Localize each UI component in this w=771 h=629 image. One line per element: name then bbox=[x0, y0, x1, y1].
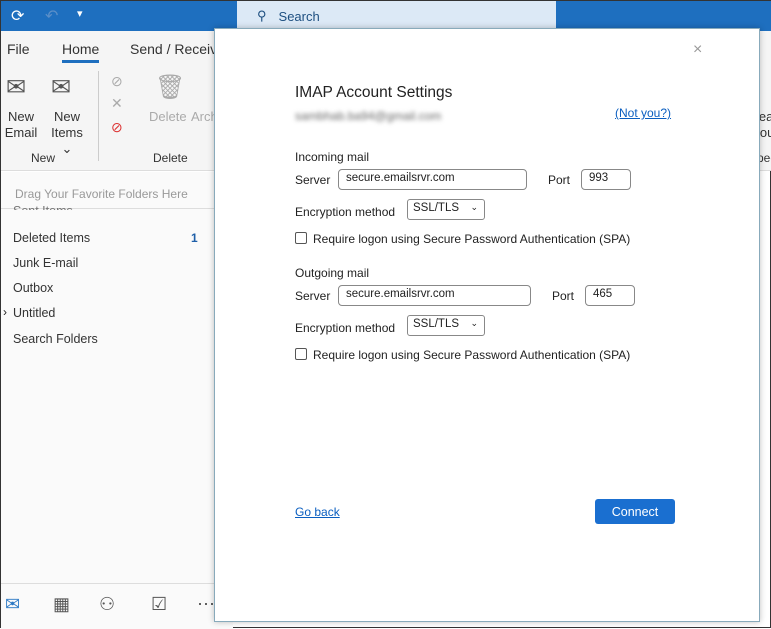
group-label-speech: Speech bbox=[759, 151, 771, 165]
server-label: Server bbox=[295, 289, 331, 303]
incoming-heading: Incoming mail bbox=[295, 150, 370, 164]
server-label: Server bbox=[295, 173, 331, 187]
group-label-new: New bbox=[31, 151, 56, 165]
encryption-label: Encryption method bbox=[295, 321, 396, 335]
incoming-port-input[interactable]: 993 bbox=[581, 169, 631, 190]
folder-deleted-items[interactable]: Deleted Items bbox=[13, 231, 90, 245]
close-icon[interactable]: × bbox=[693, 41, 702, 59]
new-items-button[interactable]: ✉ New Items ⌄ bbox=[45, 73, 89, 156]
more-icon[interactable]: ⋯ bbox=[197, 594, 215, 615]
folder-outbox[interactable]: Outbox bbox=[13, 281, 53, 295]
outgoing-encryption-select[interactable]: SSL/TLS ⌄ bbox=[407, 315, 485, 336]
search-icon: ⚲ bbox=[257, 8, 267, 23]
search-box[interactable]: ⚲ Search bbox=[237, 1, 556, 31]
incoming-encryption-select[interactable]: SSL/TLS ⌄ bbox=[407, 199, 485, 220]
encryption-label: Encryption method bbox=[295, 205, 396, 219]
undo-icon[interactable]: ↶ bbox=[45, 6, 58, 26]
outgoing-port-input[interactable]: 465 bbox=[585, 285, 635, 306]
tab-file[interactable]: File bbox=[7, 41, 30, 57]
label: New bbox=[53, 109, 80, 124]
incoming-spa-checkbox[interactable] bbox=[295, 232, 307, 244]
label: New bbox=[7, 109, 34, 124]
calendar-icon[interactable]: ▦ bbox=[53, 594, 70, 615]
unread-count: 1 bbox=[191, 231, 198, 245]
spa-label: Require logon using Secure Password Auth… bbox=[313, 348, 631, 362]
connect-button[interactable]: Connect bbox=[595, 499, 675, 524]
people-icon[interactable]: ⚇ bbox=[99, 594, 115, 615]
not-you-link[interactable]: (Not you?) bbox=[615, 106, 671, 120]
folder-untitled[interactable]: Untitled bbox=[13, 306, 55, 320]
port-label: Port bbox=[548, 173, 571, 187]
divider bbox=[98, 71, 99, 161]
dialog-title: IMAP Account Settings bbox=[295, 84, 453, 101]
clean-up-icon[interactable]: ✕ bbox=[111, 95, 123, 112]
label: Aloud bbox=[759, 125, 771, 140]
trash-icon: 🗑 bbox=[155, 74, 186, 101]
label: Archive bbox=[191, 109, 215, 124]
port-label: Port bbox=[552, 289, 575, 303]
ignore-icon[interactable]: ⊘ bbox=[111, 73, 123, 90]
tab-send-receive[interactable]: Send / Receive bbox=[130, 41, 225, 57]
folder-pane: Drag Your Favorite Folders Here Sent Ite… bbox=[1, 172, 233, 629]
spa-label: Require logon using Secure Password Auth… bbox=[313, 232, 631, 246]
label: Delete bbox=[149, 109, 187, 124]
go-back-link[interactable]: Go back bbox=[295, 505, 340, 519]
delete-button[interactable]: 🗑 Delete bbox=[149, 73, 187, 133]
junk-icon[interactable]: ⊘ bbox=[111, 119, 123, 136]
bottom-nav: ✉ ▦ ⚇ ☑ ⋯ bbox=[1, 583, 233, 629]
folder-junk[interactable]: Junk E-mail bbox=[13, 256, 78, 270]
tasks-icon[interactable]: ☑ bbox=[151, 594, 167, 615]
sync-icon[interactable]: ⟳ bbox=[11, 6, 24, 26]
chevron-down-icon: ⌄ bbox=[470, 318, 478, 328]
label: Email bbox=[4, 125, 38, 140]
outgoing-spa-checkbox[interactable] bbox=[295, 348, 307, 360]
quick-access-dropdown-icon[interactable]: ▾ bbox=[77, 7, 83, 20]
new-email-button[interactable]: ✉ New Email bbox=[3, 73, 43, 143]
incoming-server-input[interactable]: secure.emailsrvr.com bbox=[338, 169, 527, 190]
label: Read bbox=[759, 109, 771, 124]
mail-icon[interactable]: ✉ bbox=[5, 594, 20, 615]
selected-value: SSL/TLS bbox=[413, 202, 460, 214]
favorites-hint: Drag Your Favorite Folders Here bbox=[15, 187, 188, 201]
outgoing-server-input[interactable]: secure.emailsrvr.com bbox=[338, 285, 531, 306]
imap-settings-dialog: × IMAP Account Settings sambhab.ba94@gma… bbox=[214, 28, 760, 622]
chevron-down-icon: ⌄ bbox=[470, 202, 478, 212]
envelope-plus-icon: ✉ bbox=[6, 74, 27, 101]
expand-chevron-icon[interactable]: › bbox=[3, 305, 7, 319]
archive-button[interactable]: Archive bbox=[191, 73, 215, 133]
folder-sent-items[interactable]: Sent Items bbox=[13, 204, 73, 210]
folder-search-folders[interactable]: Search Folders bbox=[13, 332, 98, 346]
new-items-icon: ✉ bbox=[51, 74, 72, 101]
search-placeholder: Search bbox=[278, 8, 320, 24]
outgoing-heading: Outgoing mail bbox=[295, 266, 370, 280]
read-aloud-button[interactable]: ReadAloud Speech bbox=[759, 71, 771, 171]
tab-home[interactable]: Home bbox=[62, 41, 100, 63]
account-email: sambhab.ba94@gmail.com bbox=[295, 109, 442, 123]
group-label-delete: Delete bbox=[153, 151, 188, 165]
selected-value: SSL/TLS bbox=[413, 318, 460, 330]
